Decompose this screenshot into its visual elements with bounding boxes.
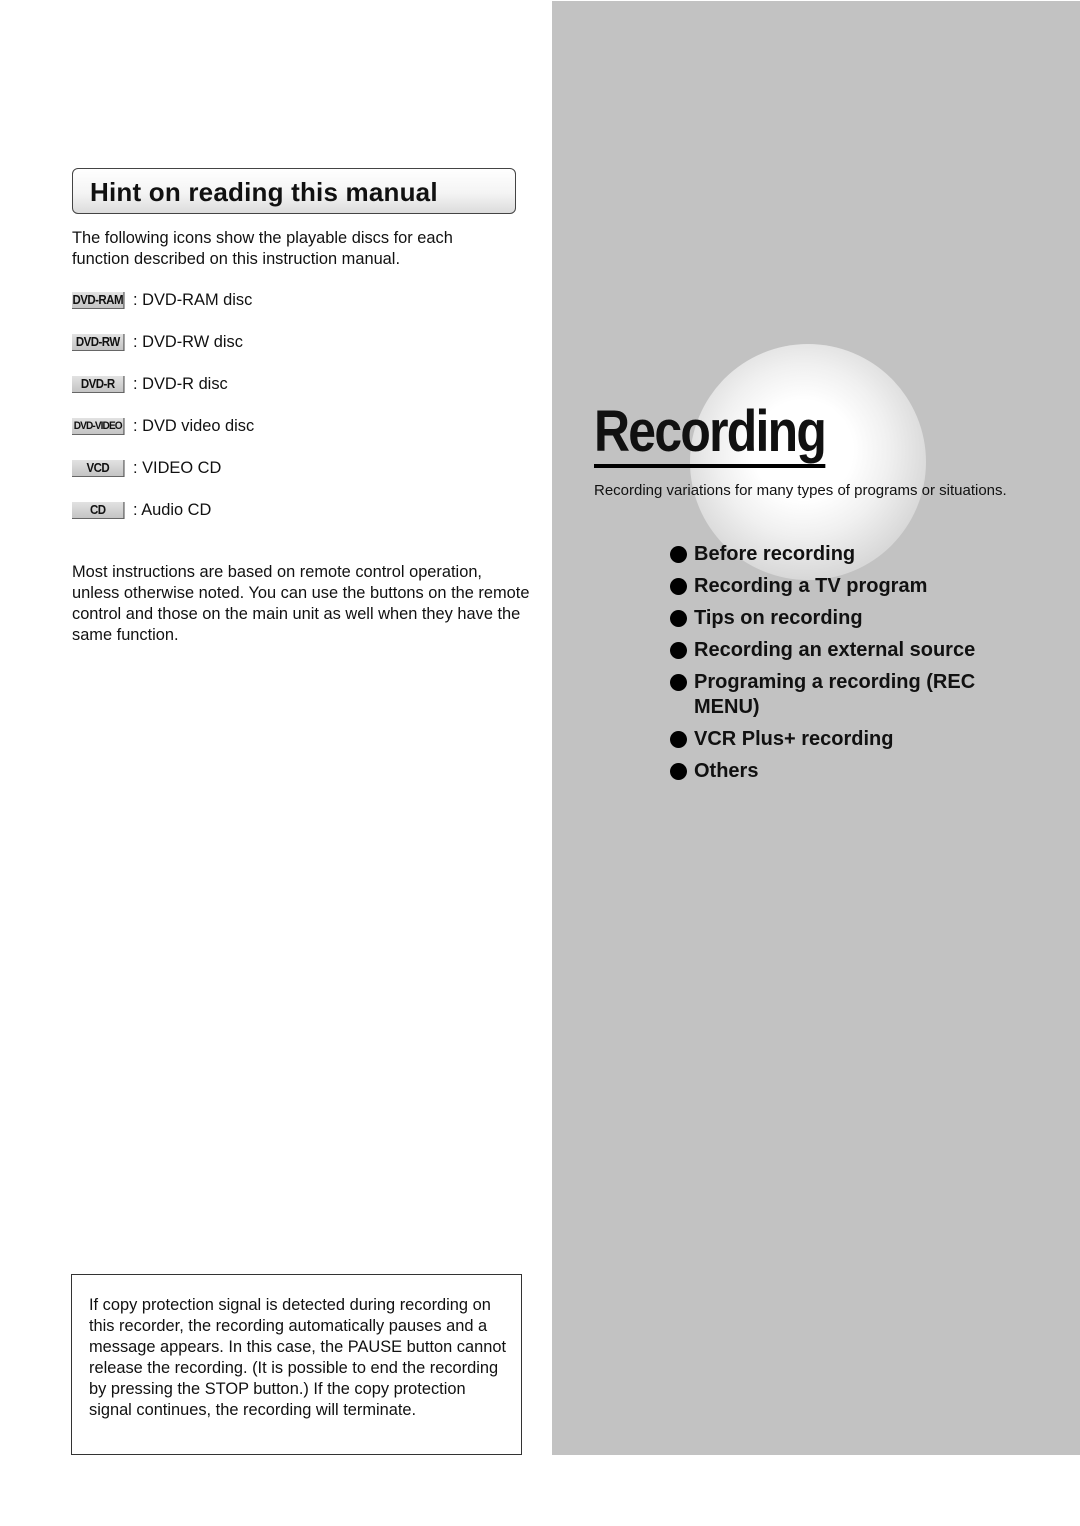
bullet-icon [670, 578, 687, 595]
disc-legend-label: : VIDEO CD [133, 458, 222, 477]
bullet-icon [670, 674, 687, 691]
cd-icon: CD [72, 501, 125, 519]
disc-legend-item: DVD-RAM : DVD-RAM disc [72, 290, 252, 310]
disc-legend-label: : DVD video disc [133, 416, 255, 435]
dvd-r-icon: DVD-R [72, 375, 125, 393]
disc-legend-label: : DVD-R disc [133, 374, 228, 393]
disc-legend-label: : DVD-RAM disc [133, 290, 253, 309]
topic-item[interactable]: Programing a recording (REC MENU) [670, 670, 1010, 720]
topic-label: Before recording [694, 543, 856, 565]
topic-item[interactable]: Recording an external source [670, 638, 1010, 663]
intro-text: The following icons show the playable di… [72, 229, 453, 268]
bullet-icon [670, 642, 687, 659]
copy-protection-text: If copy protection signal is detected du… [89, 1296, 506, 1419]
dvd-ram-icon: DVD-RAM [72, 291, 125, 309]
topic-label: Recording a TV program [694, 575, 928, 597]
disc-legend-item: DVD-VIDEO : DVD video disc [72, 416, 254, 436]
disc-legend-label: : Audio CD [133, 500, 212, 519]
hint-heading-box: Hint on reading this manual [72, 168, 516, 214]
bullet-icon [670, 610, 687, 627]
disc-legend-item: CD : Audio CD [72, 500, 211, 520]
disc-legend-item: VCD : VIDEO CD [72, 458, 221, 478]
dvd-video-icon: DVD-VIDEO [72, 417, 125, 435]
remote-control-note: Most instructions are based on remote co… [72, 563, 530, 644]
topic-item[interactable]: Before recording [670, 542, 1010, 567]
vcd-icon: VCD [72, 459, 125, 477]
chapter-topics-list: Before recording Recording a TV program … [670, 542, 1010, 791]
topic-label: Others [694, 760, 759, 782]
topic-label: Tips on recording [694, 607, 863, 629]
topic-label: Recording an external source [694, 639, 976, 661]
chapter-title: Recording [594, 400, 827, 468]
topic-item[interactable]: VCR Plus+ recording [670, 727, 1010, 752]
topic-item[interactable]: Others [670, 759, 1010, 784]
topic-label: Programing a recording (REC MENU) [694, 671, 976, 718]
chapter-subtitle: Recording variations for many types of p… [594, 482, 1007, 499]
hint-heading: Hint on reading this manual [90, 177, 438, 207]
topic-item[interactable]: Tips on recording [670, 606, 1010, 631]
copy-protection-box: If copy protection signal is detected du… [71, 1274, 522, 1455]
bullet-icon [670, 763, 687, 780]
disc-legend-item: DVD-R : DVD-R disc [72, 374, 228, 394]
disc-legend-item: DVD-RW : DVD-RW disc [72, 332, 243, 352]
disc-legend-label: : DVD-RW disc [133, 332, 243, 351]
topic-label: VCR Plus+ recording [694, 728, 894, 750]
dvd-rw-icon: DVD-RW [72, 333, 125, 351]
bullet-icon [670, 546, 687, 563]
topic-item[interactable]: Recording a TV program [670, 574, 1010, 599]
bullet-icon [670, 731, 687, 748]
